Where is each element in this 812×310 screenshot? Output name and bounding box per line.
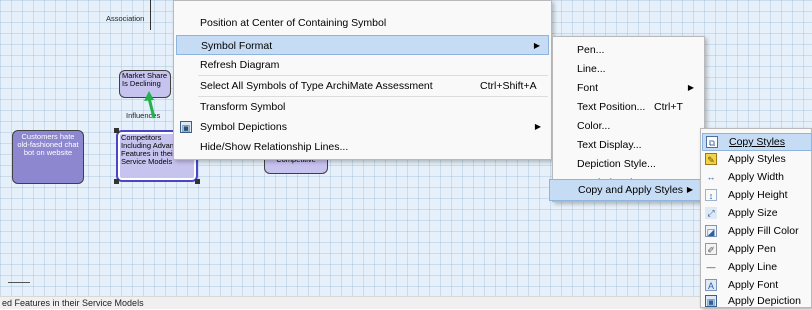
menu-item-label: Apply Fill Color — [728, 225, 799, 237]
line-icon: — — [706, 262, 716, 272]
menu-item-apply-width[interactable]: ↔ Apply Width — [701, 168, 811, 186]
menu-item-depiction-style[interactable]: Depiction Style... — [553, 154, 704, 174]
copy-styles-icon: ⧉ — [706, 136, 718, 148]
menu-item-shortcut: Ctrl+T — [654, 101, 683, 113]
submenu-arrow-icon: ▶ — [687, 83, 694, 92]
menu-item-label: Hide/Show Relationship Lines... — [200, 141, 349, 153]
menu-item-label: Apply Width — [728, 171, 785, 183]
copy-apply-styles-submenu: ⧉ Copy Styles ✎ Apply Styles ↔ Apply Wid… — [700, 128, 812, 308]
menu-item-label: Color... — [577, 120, 611, 132]
menu-item-label: Line... — [577, 63, 606, 75]
fill-color-icon: ◪ — [705, 225, 717, 237]
menu-item-position-center[interactable]: Position at Center of Containing Symbol — [174, 13, 551, 33]
menu-item-apply-fill-color[interactable]: ◪ Apply Fill Color — [701, 222, 811, 240]
symbol-format-submenu: Pen... Line... Font ▶ Text Position... C… — [549, 36, 705, 202]
menu-item-label: Apply Styles — [728, 153, 786, 165]
influence-arrow — [147, 97, 156, 119]
menu-item-label: Copy and Apply Styles — [578, 184, 684, 196]
menu-item-label: Position at Center of Containing Symbol — [200, 17, 387, 29]
menu-item-transform-symbol[interactable]: Transform Symbol — [174, 97, 551, 117]
pen-icon: ✐ — [705, 243, 717, 255]
customers-hate-text: Customers hate old-fashioned chat bot on… — [17, 132, 79, 157]
menu-item-label: Select All Symbols of Type ArchiMate Ass… — [200, 80, 433, 92]
menu-item-copy-and-apply-styles[interactable]: Copy and Apply Styles ▶ — [549, 179, 702, 201]
status-text: ed Features in their Service Models — [2, 298, 144, 308]
menu-item-label: Text Display... — [577, 139, 642, 151]
menu-item-color[interactable]: Color... — [553, 116, 704, 136]
scroll-divider — [8, 282, 30, 283]
menu-item-label: Refresh Diagram — [200, 59, 280, 71]
menu-item-label: Font — [577, 82, 599, 94]
depiction-icon: ▣ — [180, 121, 192, 133]
menu-item-apply-depiction[interactable]: ▣ Apply Depiction — [701, 292, 811, 310]
submenu-arrow-icon: ▶ — [533, 41, 540, 50]
menu-item-label: Copy Styles — [729, 136, 786, 148]
menu-item-line[interactable]: Line... — [553, 59, 704, 79]
font-icon: A — [705, 279, 717, 291]
width-icon: ↔ — [706, 172, 716, 182]
arrow-head-icon — [144, 91, 154, 101]
status-bar: ed Features in their Service Models — [0, 296, 812, 309]
menu-item-label: Text Position... — [577, 101, 646, 113]
menu-item-label: Depiction Style... — [577, 158, 656, 170]
association-label: Association — [106, 14, 145, 23]
brush-icon: ✎ — [705, 153, 717, 165]
menu-item-font[interactable]: Font ▶ — [553, 78, 704, 98]
menu-item-text-display[interactable]: Text Display... — [553, 135, 704, 155]
menu-item-shortcut: Ctrl+Shift+A — [480, 80, 537, 92]
menu-item-apply-line[interactable]: — Apply Line — [701, 258, 811, 276]
market-share-text: Market Share Is Declining — [122, 71, 168, 88]
menu-item-refresh-diagram[interactable]: Refresh Diagram — [174, 55, 551, 75]
height-icon: ↕ — [705, 189, 717, 201]
menu-item-symbol-depictions[interactable]: ▣ Symbol Depictions ▶ — [174, 117, 551, 137]
menu-item-label: Apply Size — [728, 207, 778, 219]
menu-item-apply-size[interactable]: ⤢ Apply Size — [701, 204, 811, 222]
menu-item-copy-styles[interactable]: ⧉ Copy Styles — [702, 133, 812, 151]
menu-item-label: Symbol Format — [201, 40, 273, 52]
association-line — [150, 0, 151, 30]
menu-item-label: Apply Height — [728, 189, 788, 201]
menu-item-label: Apply Line — [728, 261, 778, 273]
menu-item-apply-styles[interactable]: ✎ Apply Styles — [701, 150, 811, 168]
selection-handle-icon[interactable] — [195, 179, 200, 184]
selection-handle-icon[interactable] — [114, 179, 119, 184]
menu-item-apply-height[interactable]: ↕ Apply Height — [701, 186, 811, 204]
context-menu: Position at Center of Containing Symbol … — [173, 0, 552, 160]
size-icon: ⤢ — [705, 207, 717, 219]
menu-item-label: Symbol Depictions — [200, 121, 287, 133]
menu-item-label: Pen... — [577, 44, 605, 56]
selection-handle-icon[interactable] — [114, 128, 119, 133]
menu-item-label: Apply Depiction — [728, 295, 801, 307]
menu-item-label: Transform Symbol — [200, 101, 286, 113]
menu-item-label: Apply Pen — [728, 243, 776, 255]
customers-hate-symbol[interactable]: Customers hate old-fashioned chat bot on… — [12, 130, 84, 184]
menu-item-hide-show-relationship-lines[interactable]: Hide/Show Relationship Lines... — [174, 137, 551, 157]
menu-item-pen[interactable]: Pen... — [553, 40, 704, 60]
submenu-arrow-icon: ▶ — [534, 122, 541, 131]
menu-item-text-position[interactable]: Text Position... Ctrl+T — [553, 97, 704, 117]
menu-item-select-all-symbols[interactable]: Select All Symbols of Type ArchiMate Ass… — [174, 76, 551, 96]
menu-item-symbol-format[interactable]: Symbol Format ▶ — [176, 35, 549, 55]
submenu-arrow-icon: ▶ — [686, 185, 693, 194]
depiction-icon: ▣ — [705, 295, 717, 307]
menu-item-apply-pen[interactable]: ✐ Apply Pen — [701, 240, 811, 258]
